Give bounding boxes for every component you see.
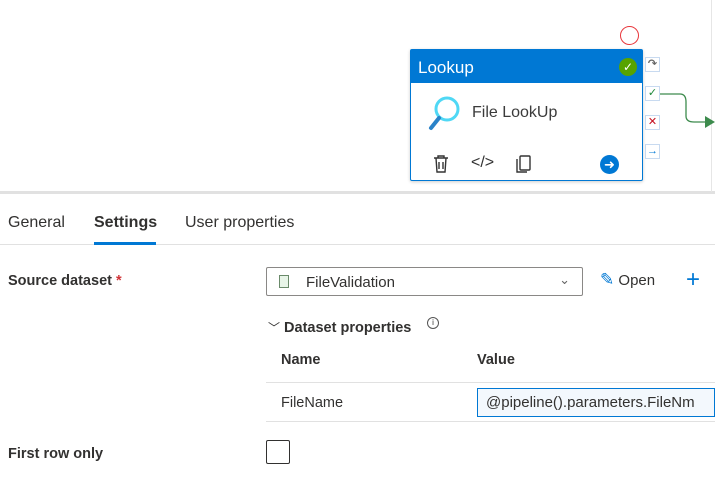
row-divider — [266, 421, 715, 422]
open-label: Open — [618, 272, 656, 289]
source-dataset-label: Source dataset * — [8, 273, 122, 289]
source-dataset-select[interactable]: FileValidation ⌄ — [266, 267, 583, 296]
pipeline-canvas[interactable]: Lookup ✓ File LookUp </> ➜ ↷ ✓ ✕ → — [0, 0, 715, 194]
first-row-only-label: First row only — [8, 446, 104, 462]
dataset-file-icon — [279, 275, 289, 288]
pencil-icon: ✎ — [600, 270, 615, 289]
column-header-value: Value — [477, 352, 515, 368]
new-dataset-plus-icon[interactable]: + — [686, 266, 700, 294]
activity-type-header: Lookup ✓ — [411, 50, 642, 83]
tab-settings[interactable]: Settings — [94, 214, 157, 232]
chevron-down-icon: ﹀ — [268, 321, 281, 335]
lookup-magnifier-icon — [429, 96, 460, 130]
delete-icon[interactable] — [432, 154, 450, 174]
info-icon[interactable]: i — [427, 317, 439, 329]
selected-dataset: FileValidation — [306, 274, 395, 291]
dataset-properties-toggle[interactable]: ﹀ Dataset properties — [268, 319, 411, 336]
validated-check-icon: ✓ — [619, 58, 637, 76]
open-dataset-button[interactable]: ✎ Open — [600, 270, 655, 290]
required-mark: * — [116, 273, 122, 289]
property-value-input[interactable]: @pipeline().parameters.FileNm — [477, 388, 715, 417]
tab-general[interactable]: General — [8, 214, 65, 232]
code-icon[interactable]: </> — [471, 154, 494, 172]
navigate-arrow-icon[interactable]: ➜ — [600, 155, 619, 174]
row-divider — [266, 382, 715, 383]
column-header-name: Name — [281, 352, 321, 368]
first-row-only-checkbox[interactable] — [266, 440, 290, 464]
success-port-icon[interactable]: ✓ — [645, 86, 660, 101]
lookup-activity-card[interactable]: Lookup ✓ File LookUp </> ➜ — [410, 49, 643, 181]
skip-port-icon[interactable]: ↷ — [645, 57, 660, 72]
tab-user-properties[interactable]: User properties — [185, 214, 294, 232]
chevron-down-icon: ⌄ — [559, 272, 570, 287]
error-indicator-icon — [620, 26, 639, 45]
active-tab-indicator — [94, 242, 156, 245]
dataset-properties-label: Dataset properties — [284, 320, 412, 336]
completion-port-icon[interactable]: → — [645, 144, 660, 159]
success-connector — [660, 93, 715, 128]
source-dataset-text: Source dataset — [8, 273, 112, 289]
activity-name: File LookUp — [472, 104, 558, 121]
failure-port-icon[interactable]: ✕ — [645, 115, 660, 130]
copy-icon[interactable] — [514, 154, 532, 174]
activity-type: Lookup — [418, 58, 474, 77]
property-name: FileName — [281, 395, 344, 411]
